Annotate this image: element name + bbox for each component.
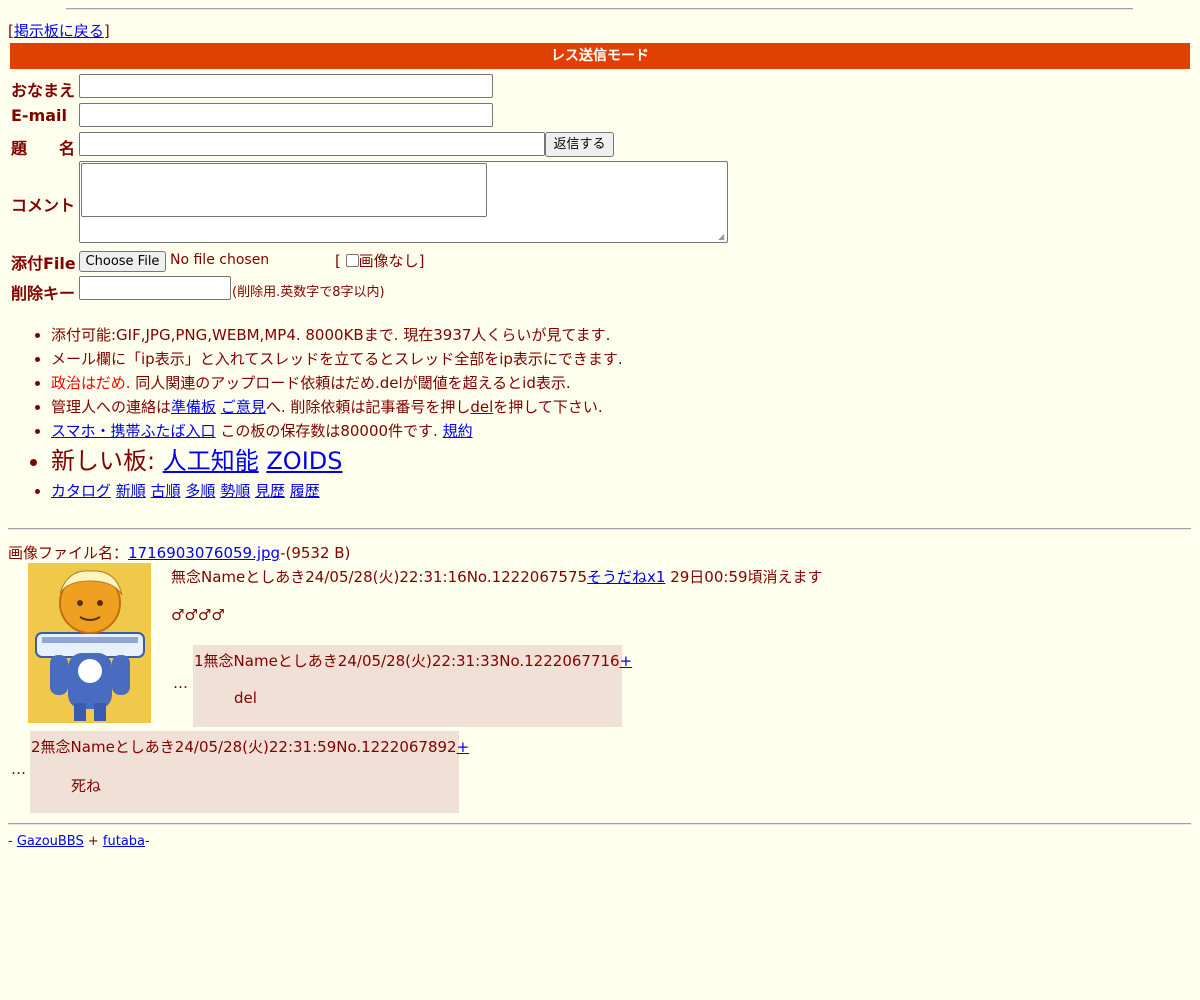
sort-old-link[interactable]: 古順 [151,482,181,500]
terms-link[interactable]: 規約 [443,422,473,440]
reply-header: 2無念Nameとしあき24/05/28(火)22:31:59No.1222067… [31,738,470,756]
board-rules-list: 添付可能:GIF,JPG,PNG,WEBM,MP4. 8000KBまで. 現在3… [11,323,623,503]
no-image-checkbox[interactable] [345,254,359,267]
reply-submit-button[interactable]: 返信する [545,132,614,157]
comment-label: コメント [11,196,76,215]
reply-post: 2無念Nameとしあき24/05/28(火)22:31:59No.1222067… [30,731,469,813]
no-image-label: 画像なし [358,252,419,270]
subject-label: 題 名 [11,139,76,158]
email-input[interactable] [79,103,493,127]
ai-board-link[interactable]: 人工知能 [163,447,259,475]
back-nav: [掲示板に戻る] [8,22,110,40]
image-file-link[interactable]: 1716903076059.jpg [128,544,280,562]
prep-board-link[interactable]: 準備板 [171,398,216,416]
email-label: E-mail [11,106,68,125]
file-label: 添付File [11,254,76,273]
zoids-board-link[interactable]: ZOIDS [266,447,342,475]
sort-many-link[interactable]: 多順 [185,482,215,500]
list-item: カタログ 新順 古順 多順 勢順 見歴 履歴 [51,479,623,503]
choose-file-button[interactable]: Choose File [79,251,166,272]
delete-key-label: 削除キー [11,284,76,303]
reply-mode-banner: レス送信モード [10,43,1190,69]
soudane-link[interactable]: そうだねx1 [587,568,665,586]
footer: - GazouBBS + futaba- [8,834,150,849]
image-file-info: 画像ファイル名：1716903076059.jpg-(9532 B) [8,544,351,562]
feedback-link[interactable]: ご意見 [221,398,266,416]
reply-body: 死ね [71,777,102,795]
thread-divider [8,528,1191,530]
no-image-option: [ 画像なし] [335,252,425,270]
op-post-body: ♂♂♂♂ [171,606,225,624]
history-link[interactable]: 履歴 [290,482,320,500]
gazoubbs-link[interactable]: GazouBBS [17,834,84,849]
list-item: 政治はだめ. 同人関連のアップロード依頼はだめ.delが閾値を超えるとid表示. [51,371,623,395]
sort-new-link[interactable]: 新順 [116,482,146,500]
futaba-link[interactable]: futaba [103,834,145,849]
view-history-link[interactable]: 見歴 [255,482,285,500]
comment-inner-field[interactable] [81,163,487,217]
list-item: スマホ・携帯ふたば入口 この板の保存数は80000件です. 規約 [51,419,623,443]
top-divider [66,8,1133,10]
reply-expand-link[interactable]: + [457,738,470,756]
reply-post: 1無念Nameとしあき24/05/28(火)22:31:33No.1222067… [193,645,632,727]
reply-header: 1無念Nameとしあき24/05/28(火)22:31:33No.1222067… [194,652,633,670]
delete-key-hint: (削除用.英数字で8字以内) [232,285,385,300]
reply-marker: … [173,674,188,692]
list-item: メール欄に「ip表示」と入れてスレッドを立てるとスレッド全部をip表示にできます… [51,347,623,371]
file-status: No file chosen [170,252,270,268]
footer-divider [8,823,1191,825]
name-input[interactable] [79,74,493,98]
mobile-entrance-link[interactable]: スマホ・携帯ふたば入口 [51,422,216,440]
catalog-link[interactable]: カタログ [51,482,111,500]
thread-thumbnail[interactable] [28,563,151,723]
politics-warning: 政治はだめ. [51,374,131,392]
del-link[interactable]: del [470,398,493,416]
thumbnail-figure-icon [28,563,151,723]
list-item: 添付可能:GIF,JPG,PNG,WEBM,MP4. 8000KBまで. 現在3… [51,323,623,347]
back-to-board-link[interactable]: 掲示板に戻る [14,22,104,40]
comment-textarea[interactable]: ◢ [79,161,728,243]
op-post-header: 無念Nameとしあき24/05/28(火)22:31:16No.12220675… [171,568,823,586]
sort-momentum-link[interactable]: 勢順 [220,482,250,500]
delete-key-input[interactable] [79,276,231,300]
subject-input[interactable] [79,132,545,156]
list-item: 管理人への連絡は準備板 ご意見へ. 削除依頼は記事番号を押しdelを押して下さい… [51,395,623,419]
name-label: おなまえ [11,81,76,100]
reply-marker: … [11,760,26,778]
resize-handle-icon[interactable]: ◢ [718,233,726,241]
reply-body: del [234,689,257,707]
reply-expand-link[interactable]: + [620,652,633,670]
list-item: 新しい板: 人工知能 ZOIDS [51,443,623,479]
